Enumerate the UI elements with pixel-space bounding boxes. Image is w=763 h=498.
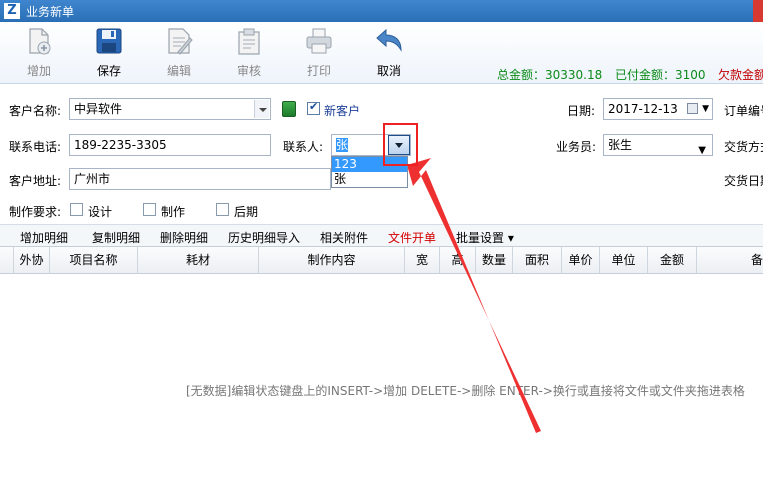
dropdown-option[interactable]: 张 <box>332 172 407 187</box>
annotation-arrow-icon <box>407 158 541 433</box>
annotation-highlight-box <box>383 123 418 166</box>
